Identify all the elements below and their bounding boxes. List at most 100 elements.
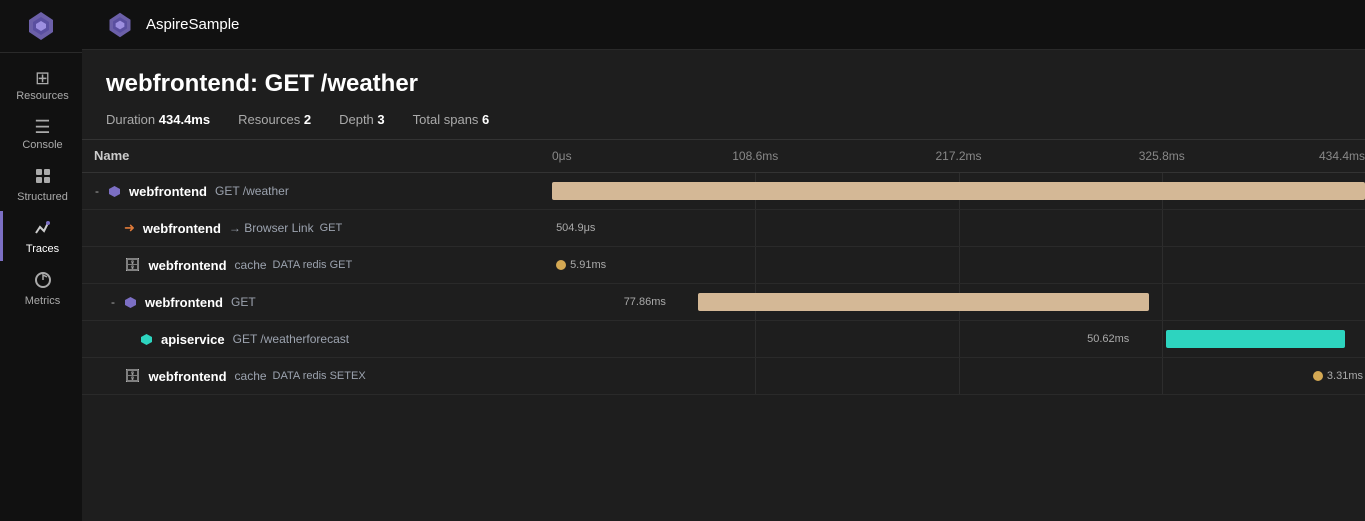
row-service-name: apiservice [161, 332, 225, 347]
sidebar-item-console[interactable]: ☰ Console [0, 110, 82, 157]
trace-table-header: Name 0μs108.6ms217.2ms325.8ms434.4ms [82, 139, 1365, 173]
grid-line-3 [1162, 247, 1163, 283]
service-icon: 🗄 [124, 257, 141, 273]
app-header: AspireSample [82, 0, 1365, 50]
row-timeline-col: 5.91ms [552, 247, 1365, 283]
row-operation: GET /weather [215, 184, 289, 198]
trace-rows: - webfrontend GET /weather ➜webfrontend → … [82, 173, 1365, 521]
table-row[interactable]: 🗄webfrontend cache DATA redis SETEX3.31m… [82, 358, 1365, 395]
service-icon [140, 333, 153, 346]
service-icon: 🗄 [124, 368, 141, 384]
row-tags: GET [320, 222, 343, 234]
resources-value: 2 [304, 112, 311, 127]
span-bar-label: 77.86ms [624, 293, 666, 311]
row-operation: cache [235, 258, 267, 272]
row-service-name: webfrontend [149, 258, 227, 273]
traces-icon [34, 219, 52, 240]
table-row[interactable]: ➜webfrontend → Browser Link GET504.9μs [82, 210, 1365, 247]
span-bar-label: 50.62ms [1087, 330, 1129, 348]
app-header-logo-icon [106, 11, 134, 39]
row-service-name: webfrontend [129, 184, 207, 199]
sidebar-item-traces[interactable]: Traces [0, 211, 82, 261]
grid-line-3 [1162, 210, 1163, 246]
page-meta: Duration 434.4ms Resources 2 Depth 3 Tot… [106, 112, 1341, 127]
row-timeline-col [552, 173, 1365, 209]
sidebar-item-resources[interactable]: ⊞ Resources [0, 61, 82, 108]
row-operation: cache [235, 369, 267, 383]
grid-line-3 [1162, 358, 1163, 394]
span-bar [698, 293, 1149, 311]
timeline-label-3: 325.8ms [1139, 149, 1185, 163]
grid-line-2 [959, 210, 960, 246]
structured-icon [34, 167, 52, 188]
grid-line-3 [1162, 284, 1163, 320]
duration-label: Duration 434.4ms [106, 112, 210, 127]
console-icon: ☰ [34, 118, 50, 136]
sidebar-item-metrics-label: Metrics [25, 295, 60, 307]
col-timeline-header: 0μs108.6ms217.2ms325.8ms434.4ms [552, 140, 1365, 172]
sidebar-header [0, 0, 82, 53]
timeline-label-1: 108.6ms [732, 149, 778, 163]
sidebar-nav: ⊞ Resources ☰ Console Structured Traces … [0, 57, 82, 313]
total-spans-value: 6 [482, 112, 489, 127]
duration-value: 434.4ms [159, 112, 210, 127]
sidebar-item-structured-label: Structured [17, 191, 68, 203]
total-spans-label: Total spans 6 [413, 112, 490, 127]
grid-line-1 [755, 358, 756, 394]
timeline-label-4: 434.4ms [1319, 149, 1365, 163]
metrics-icon [34, 271, 52, 292]
sidebar-item-resources-label: Resources [16, 90, 69, 102]
resources-label: Resources 2 [238, 112, 311, 127]
row-timeline-col: 3.31ms [552, 358, 1365, 394]
row-operation: → Browser Link [229, 221, 314, 235]
table-row[interactable]: -webfrontend GET77.86ms [82, 284, 1365, 321]
grid-line-3 [1162, 321, 1163, 357]
row-name-col: -webfrontend GET [82, 289, 552, 316]
row-operation: GET /weatherforecast [233, 332, 350, 346]
table-row[interactable]: 🗄 webfrontend cache DATA redis GET 5.91ms [82, 247, 1365, 284]
expand-button[interactable]: - [106, 295, 120, 309]
span-bar [552, 182, 1365, 200]
app-header-title: AspireSample [146, 16, 239, 33]
sidebar-item-metrics[interactable]: Metrics [0, 263, 82, 313]
grid-line-1 [755, 247, 756, 283]
main-area: AspireSample webfrontend: GET /weather D… [82, 0, 1365, 521]
table-row[interactable]: apiservice GET /weatherforecast 50.62ms [82, 321, 1365, 358]
row-timeline-col: 50.62ms [552, 321, 1365, 357]
col-name-header: Name [82, 140, 552, 172]
row-service-name: webfrontend [145, 295, 223, 310]
service-icon [124, 296, 137, 309]
grid-line-2 [959, 321, 960, 357]
row-timeline-col: 77.86ms [552, 284, 1365, 320]
sidebar-item-structured[interactable]: Structured [0, 159, 82, 209]
dot-gold-icon [556, 260, 566, 270]
sidebar-item-console-label: Console [22, 139, 62, 151]
row-tags: DATA redis GET [273, 259, 353, 271]
expand-button[interactable]: - [90, 184, 104, 198]
row-name-col: ➜webfrontend → Browser Link GET [82, 214, 552, 242]
span-bar-label: 504.9μs [556, 219, 595, 237]
row-name-col: - webfrontend GET /weather [82, 178, 552, 205]
row-service-name: webfrontend [143, 221, 221, 236]
row-timeline-col: 504.9μs [552, 210, 1365, 246]
app-logo-icon [25, 10, 57, 42]
dot-gold-icon [1313, 371, 1323, 381]
span-bar-label: 5.91ms [556, 256, 606, 274]
span-bar-label: 3.31ms [1313, 367, 1363, 385]
sidebar: ⊞ Resources ☰ Console Structured Traces … [0, 0, 82, 521]
timeline-label-0: 0μs [552, 149, 572, 163]
resources-icon: ⊞ [35, 69, 50, 87]
grid-line-1 [755, 321, 756, 357]
grid-line-2 [959, 247, 960, 283]
row-tags: DATA redis SETEX [273, 370, 366, 382]
grid-line-2 [959, 358, 960, 394]
grid-line-1 [755, 210, 756, 246]
span-bar [1166, 330, 1345, 348]
timeline-labels: 0μs108.6ms217.2ms325.8ms434.4ms [552, 140, 1365, 172]
depth-label: Depth 3 [339, 112, 385, 127]
service-icon [108, 185, 121, 198]
trace-container: Name 0μs108.6ms217.2ms325.8ms434.4ms -we… [82, 139, 1365, 521]
depth-value: 3 [377, 112, 384, 127]
table-row[interactable]: - webfrontend GET /weather [82, 173, 1365, 210]
page-content: webfrontend: GET /weather Duration 434.4… [82, 50, 1365, 521]
